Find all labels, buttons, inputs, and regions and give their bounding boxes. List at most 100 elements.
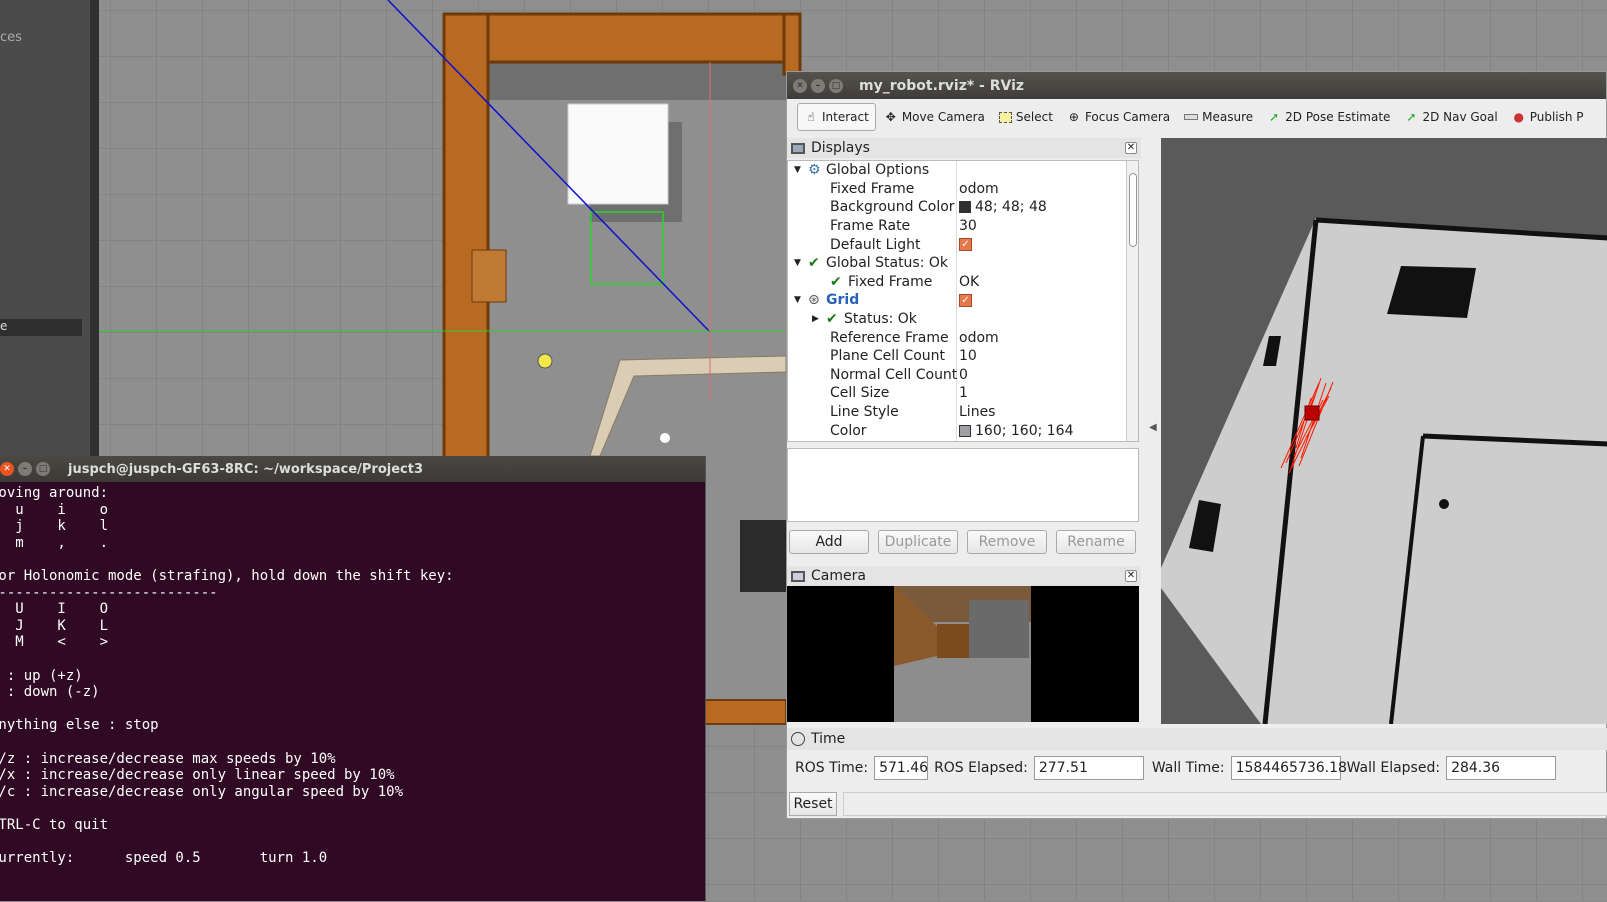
tool-label: Focus Camera: [1084, 110, 1171, 124]
collapse-arrow-icon[interactable]: ◀: [1149, 422, 1157, 433]
tool-label: Move Camera: [901, 110, 985, 124]
property-value[interactable]: ✓: [959, 293, 976, 307]
property-row[interactable]: ✔ Fixed Frame OK: [788, 273, 1138, 292]
ros-elapsed-field[interactable]: 277.51: [1033, 756, 1144, 780]
rviz-window[interactable]: ✕ – □ my_robot.rviz* - RViz ☝ Interact ✥ M…: [786, 71, 1607, 819]
tool-2d-pose-estimate[interactable]: ➚ 2D Pose Estimate: [1261, 103, 1396, 131]
property-value[interactable]: Lines: [959, 404, 995, 420]
rviz-titlebar[interactable]: ✕ – □ my_robot.rviz* - RViz: [787, 72, 1606, 99]
property-key: ▼ ✔ Global Status: Ok: [794, 255, 948, 271]
property-row[interactable]: Plane Cell Count 10: [788, 347, 1138, 366]
pin-icon: ●: [1513, 110, 1524, 124]
tool-publish-point[interactable]: ● Publish P: [1506, 103, 1590, 131]
reset-button[interactable]: Reset: [789, 792, 837, 816]
minimize-icon[interactable]: –: [811, 78, 825, 93]
checkbox[interactable]: ✓: [959, 238, 972, 252]
terminal-line: anything else : stop: [0, 717, 159, 734]
property-row[interactable]: Fixed Frame odom: [788, 180, 1138, 199]
maximize-icon[interactable]: □: [36, 462, 50, 476]
property-value-label: odom: [959, 180, 999, 197]
displays-tree[interactable]: ▼ ⚙ Global Options Fixed Frame odom Backgroun…: [787, 160, 1139, 442]
property-row[interactable]: Cell Size 1: [788, 384, 1138, 403]
checkbox[interactable]: ✓: [959, 293, 972, 307]
terminal-output[interactable]: Moving around: u i o j k l m , . For Holo…: [0, 482, 705, 902]
tool-focus-camera[interactable]: ⊕ Focus Camera: [1061, 103, 1176, 131]
check-icon: ✔: [830, 273, 842, 290]
tool-move-camera[interactable]: ✥ Move Camera: [878, 103, 991, 131]
expand-down-icon[interactable]: ▼: [794, 295, 804, 305]
property-key-label: Frame Rate: [830, 218, 911, 235]
close-icon[interactable]: ✕: [1125, 570, 1137, 582]
tool-select[interactable]: Select: [993, 103, 1059, 131]
panel-splitter[interactable]: [90, 0, 99, 460]
property-row[interactable]: ▶ ✔ Status: Ok: [788, 310, 1138, 329]
property-value[interactable]: 10: [959, 348, 977, 364]
terminal-line: Moving around:: [0, 485, 109, 501]
tool-label: Measure: [1202, 110, 1254, 124]
remove-button[interactable]: Remove: [967, 530, 1047, 554]
property-row[interactable]: ▼ ⊛ Grid ✓: [788, 291, 1138, 310]
property-key-label: Color: [830, 422, 867, 439]
displays-header[interactable]: Displays ✕: [787, 138, 1141, 158]
property-value-label: 10: [959, 348, 977, 365]
time-header[interactable]: Time: [787, 728, 1607, 750]
scrollbar-thumb[interactable]: [1129, 173, 1137, 247]
3d-view[interactable]: [1161, 138, 1607, 724]
close-icon[interactable]: ✕: [793, 78, 807, 93]
expand-down-icon[interactable]: ▼: [794, 258, 804, 268]
side-panel-label[interactable]: ces: [0, 30, 22, 45]
terminal-line: u i o: [0, 501, 109, 518]
terminal-window[interactable]: ✕ – □ juspch@juspch-GF63-8RC: ~/workspac…: [0, 456, 706, 901]
close-icon[interactable]: ✕: [0, 462, 14, 476]
expand-down-icon[interactable]: ▼: [794, 165, 804, 175]
ros-time-field[interactable]: 571.46: [874, 756, 929, 780]
property-value[interactable]: odom: [959, 181, 999, 197]
property-row[interactable]: Frame Rate 30: [788, 217, 1138, 236]
rviz-title: my_robot.rviz* - RViz: [859, 77, 1025, 94]
property-row[interactable]: Default Light ✓: [788, 235, 1138, 254]
ruler-icon: [1184, 114, 1199, 120]
tool-measure[interactable]: Measure: [1178, 103, 1259, 131]
property-value[interactable]: 160; 160; 164: [959, 423, 1074, 439]
property-row[interactable]: Reference Frame odom: [788, 328, 1138, 347]
side-panel-selected-item[interactable]: e: [0, 319, 82, 336]
duplicate-button[interactable]: Duplicate: [878, 530, 958, 554]
property-row[interactable]: ▼ ⚙ Global Options: [788, 161, 1138, 180]
property-key-label: Default Light: [830, 236, 921, 253]
check-icon: ✔: [808, 255, 820, 272]
property-row[interactable]: Line Style Lines: [788, 403, 1138, 422]
rename-button[interactable]: Rename: [1056, 530, 1136, 554]
property-row[interactable]: ▼ ✔ Global Status: Ok: [788, 254, 1138, 273]
property-value[interactable]: 48; 48; 48: [959, 199, 1047, 215]
add-button[interactable]: Add: [789, 530, 869, 554]
tool-bar: ☝ Interact ✥ Move Camera Select ⊕ Focus Cam…: [787, 99, 1607, 135]
terminal-titlebar[interactable]: ✕ – □ juspch@juspch-GF63-8RC: ~/workspac…: [0, 456, 705, 482]
property-value[interactable]: ✓: [959, 238, 976, 252]
property-key: ▼ ⚙ Global Options: [794, 162, 929, 178]
close-icon[interactable]: ✕: [1125, 142, 1137, 154]
property-row[interactable]: Color 160; 160; 164: [788, 421, 1138, 440]
property-value[interactable]: 1: [959, 385, 968, 401]
property-value[interactable]: 0: [959, 367, 968, 383]
tree-scrollbar[interactable]: [1126, 161, 1138, 441]
property-value[interactable]: 30: [959, 218, 977, 234]
property-row[interactable]: Normal Cell Count 0: [788, 366, 1138, 385]
property-value[interactable]: OK: [959, 274, 979, 290]
terminal-line: For Holonomic mode (strafing), hold down…: [0, 567, 454, 584]
tool-label: Select: [1015, 110, 1053, 124]
3d-map-render[interactable]: [1161, 138, 1607, 724]
camera-header[interactable]: Camera ✕: [787, 566, 1141, 586]
tool-interact[interactable]: ☝ Interact: [797, 103, 876, 131]
color-swatch: [959, 201, 971, 214]
property-key-label: Global Status: Ok: [826, 255, 949, 272]
wall-elapsed-field[interactable]: 284.36: [1446, 756, 1557, 780]
maximize-icon[interactable]: □: [829, 78, 843, 93]
property-value[interactable]: odom: [959, 330, 999, 346]
property-key: Background Color: [830, 199, 955, 215]
minimize-icon[interactable]: –: [18, 462, 32, 476]
tool-2d-nav-goal[interactable]: ➚ 2D Nav Goal: [1398, 103, 1503, 131]
wall-time-field[interactable]: 1584465736.18: [1230, 756, 1347, 780]
expand-right-icon[interactable]: ▶: [812, 314, 822, 324]
property-row[interactable]: Background Color 48; 48; 48: [788, 198, 1138, 217]
